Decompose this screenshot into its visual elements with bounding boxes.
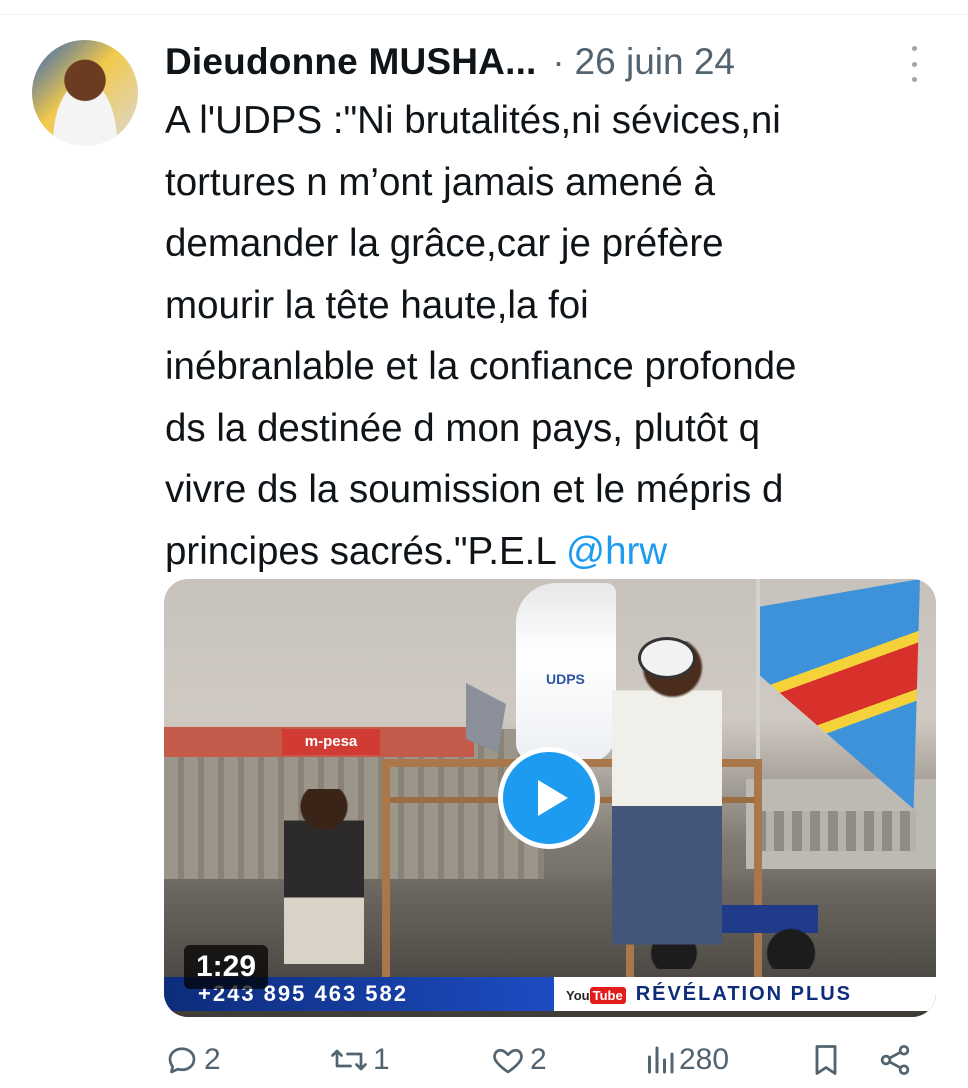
tweet-actions: 2 1 2 280: [164, 1042, 944, 1088]
tweet-header: Dieudonne MUSHA... · 26 juin 24: [165, 36, 735, 88]
bystander-figure: [284, 789, 364, 964]
building-windows: [756, 811, 916, 851]
youtube-logo-tube: Tube: [589, 987, 626, 1004]
tweet-text-line: ds la destinée d mon pays, plutôt q: [165, 406, 760, 450]
more-options-icon[interactable]: [906, 46, 922, 82]
tweet-text-last-line: principes sacrés."P.E.L @hrw: [165, 521, 955, 583]
reply-icon: [168, 1047, 196, 1074]
video-ticker: +243 895 463 582 You Tube RÉVÉLATION PLUS: [164, 977, 936, 1011]
like-count: 2: [530, 1043, 547, 1076]
play-button[interactable]: [498, 747, 600, 849]
ticker-channel-bar: You Tube RÉVÉLATION PLUS: [554, 977, 936, 1011]
heart-icon: [493, 1048, 523, 1074]
video-duration-badge: 1:29: [184, 945, 269, 989]
tweet-text-line: vivre ds la soumission et le mépris d: [165, 468, 784, 511]
author-avatar[interactable]: [32, 40, 138, 146]
tweet-text-line: tortures n m’ont jamais amené à: [165, 160, 715, 204]
tweet-date[interactable]: 26 juin 24: [575, 41, 735, 83]
udps-flag-label: UDPS: [546, 671, 585, 687]
share-icon: [880, 1045, 910, 1075]
youtube-logo-icon: You Tube: [566, 979, 626, 1013]
header-separator: ·: [552, 41, 565, 82]
youtube-logo-you: You: [566, 988, 590, 1003]
ticker-channel-name: RÉVÉLATION PLUS: [635, 983, 852, 1005]
mention-link-hrw[interactable]: @hrw: [566, 530, 667, 573]
like-button[interactable]: 2: [490, 1042, 547, 1078]
tweet-text-line: A l'UDPS :"Ni brutalités,ni sévices,ni: [165, 99, 781, 142]
bookmark-button[interactable]: [809, 1042, 843, 1078]
tweet-text: A l'UDPS :"Ni brutalités,ni sévices,ni t…: [165, 90, 955, 582]
views-count: 280: [679, 1043, 730, 1076]
drc-flag: [760, 579, 920, 809]
reply-count: 2: [204, 1043, 221, 1076]
reply-button[interactable]: 2: [164, 1042, 221, 1078]
author-display-name[interactable]: Dieudonne MUSHA...: [165, 41, 537, 83]
repost-count: 1: [373, 1043, 390, 1076]
repost-button[interactable]: 1: [329, 1042, 390, 1078]
tweet-text-line: demander la grâce,car je préfère: [165, 222, 724, 265]
stadium-sign: m-pesa: [282, 729, 380, 755]
repost-icon: [331, 1049, 367, 1071]
tweet-text-line: inébranlable et la confiance profonde: [165, 345, 797, 388]
views-icon: [648, 1046, 674, 1074]
top-divider: [0, 14, 968, 15]
views-button[interactable]: 280: [645, 1042, 729, 1078]
megaphone-icon: [638, 637, 696, 679]
tweet-text-line: principes sacrés."P.E.L: [165, 529, 566, 573]
tweet-text-line: mourir la tête haute,la foi: [165, 283, 589, 327]
video-thumbnail[interactable]: m-pesa UDPS +243 895 463 582 You Tube RÉVÉ…: [164, 579, 936, 1017]
play-icon: [538, 780, 568, 816]
speaker-figure: [612, 641, 722, 971]
bookmark-icon: [815, 1045, 837, 1075]
share-button[interactable]: [876, 1042, 914, 1078]
